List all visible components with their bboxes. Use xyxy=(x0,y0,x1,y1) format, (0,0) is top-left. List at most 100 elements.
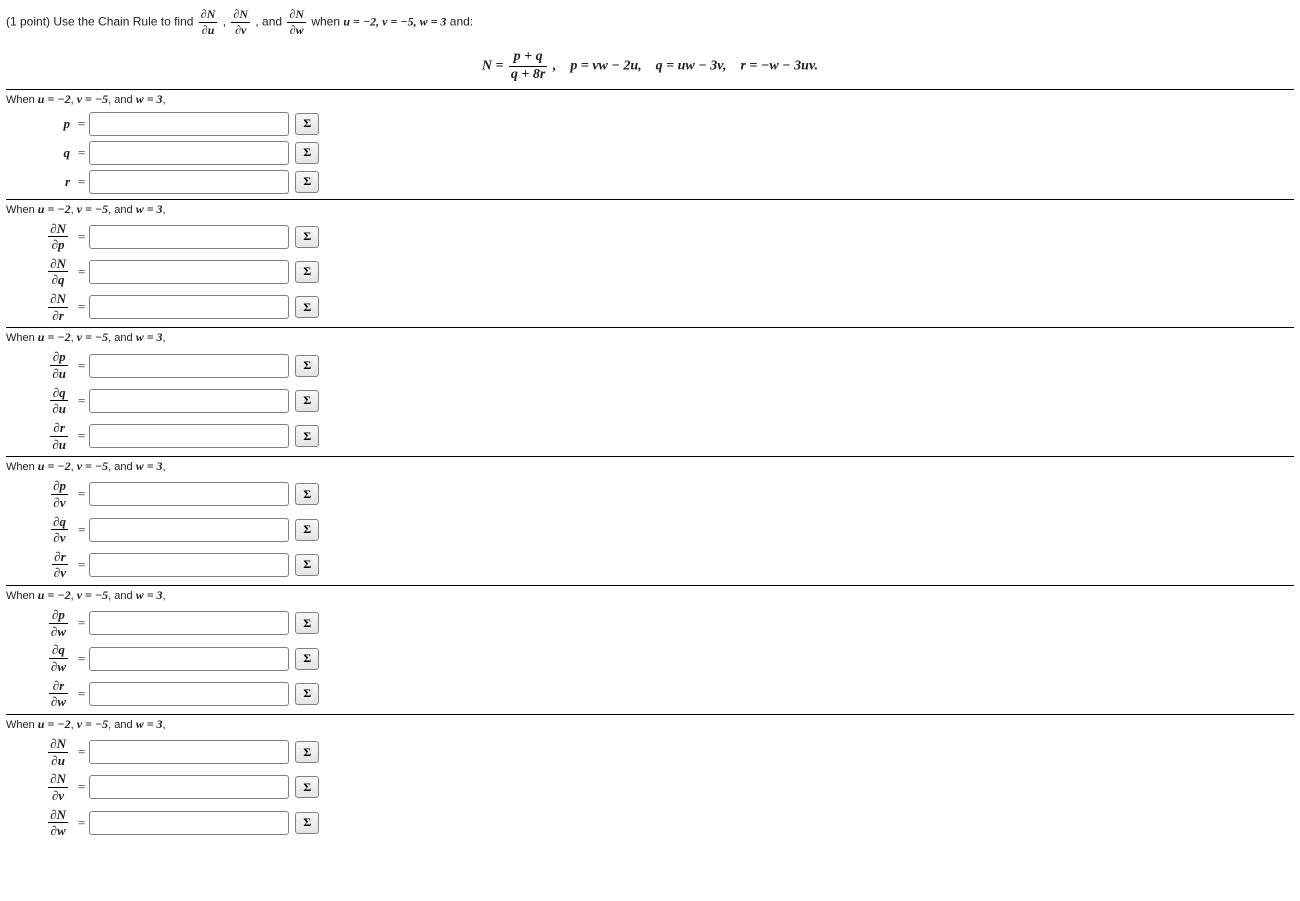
frac-dndw: ∂N ∂w xyxy=(285,8,308,36)
answer-input[interactable] xyxy=(89,389,289,413)
equation-editor-button[interactable]: Σ xyxy=(295,390,319,412)
equals-sign: = xyxy=(74,116,89,132)
equals-sign: = xyxy=(74,651,89,667)
equation-editor-button[interactable]: Σ xyxy=(295,226,319,248)
equation-editor-button[interactable]: Σ xyxy=(295,776,319,798)
equals-sign: = xyxy=(74,428,89,444)
equation-editor-button[interactable]: Σ xyxy=(295,483,319,505)
divider xyxy=(6,585,1294,586)
answer-row: ∂N∂q=Σ xyxy=(34,257,1294,287)
answer-row: ∂N∂r=Σ xyxy=(34,292,1294,322)
eq-tail: , p = vw − 2u, q = uw − 3v, r = −w − 3uv… xyxy=(553,59,818,74)
answer-row: ∂q∂w= Σ xyxy=(34,643,1294,673)
equation-editor-button[interactable]: Σ xyxy=(295,741,319,763)
row-label: ∂p∂u xyxy=(34,350,74,380)
equation-editor-button[interactable]: Σ xyxy=(295,812,319,834)
N-eq-label: N = xyxy=(482,59,507,74)
answer-row: ∂r∂v= Σ xyxy=(34,550,1294,580)
conditions: u = −2, v = −5, w = 3 xyxy=(343,14,446,28)
equals-sign: = xyxy=(74,615,89,631)
equation-editor-button[interactable]: Σ xyxy=(295,355,319,377)
answer-input[interactable] xyxy=(89,141,289,165)
answer-input[interactable] xyxy=(89,225,289,249)
equation-editor-button[interactable]: Σ xyxy=(295,519,319,541)
answer-input[interactable] xyxy=(89,112,289,136)
equation-editor-button[interactable]: Σ xyxy=(295,612,319,634)
answer-input[interactable] xyxy=(89,295,289,319)
answer-row: ∂p∂v= Σ xyxy=(34,479,1294,509)
equation-editor-button[interactable]: Σ xyxy=(295,554,319,576)
answer-input[interactable] xyxy=(89,811,289,835)
answer-row: ∂N∂u=Σ xyxy=(34,737,1294,767)
section-header: When u = −2, v = −5, and w = 3, xyxy=(6,202,1294,217)
equals-sign: = xyxy=(74,393,89,409)
divider xyxy=(6,89,1294,90)
definition-equation: N = p + q q + 8r , p = vw − 2u, q = uw −… xyxy=(6,50,1294,82)
section-header: When u = −2, v = −5, and w = 3, xyxy=(6,588,1294,603)
divider xyxy=(6,327,1294,328)
answer-input[interactable] xyxy=(89,518,289,542)
answer-input[interactable] xyxy=(89,740,289,764)
answer-row: ∂N∂p=Σ xyxy=(34,222,1294,252)
answer-input[interactable] xyxy=(89,775,289,799)
comma1: , xyxy=(223,14,230,28)
answer-row: p= Σ xyxy=(34,112,1294,136)
section-header: When u = −2, v = −5, and w = 3, xyxy=(6,92,1294,107)
equals-sign: = xyxy=(74,686,89,702)
row-label: ∂p∂w xyxy=(34,608,74,638)
row-label: p xyxy=(34,116,74,132)
equals-sign: = xyxy=(74,174,89,190)
equals-sign: = xyxy=(74,744,89,760)
answer-input[interactable] xyxy=(89,424,289,448)
equation-editor-button[interactable]: Σ xyxy=(295,142,319,164)
equation-editor-button[interactable]: Σ xyxy=(295,261,319,283)
answer-input[interactable] xyxy=(89,682,289,706)
dndw-num: ∂N xyxy=(287,8,306,23)
prompt-prefix: (1 point) Use the Chain Rule to find xyxy=(6,14,197,28)
equation-editor-button[interactable]: Σ xyxy=(295,683,319,705)
section-header: When u = −2, v = −5, and w = 3, xyxy=(6,717,1294,732)
when-text: when xyxy=(311,14,343,28)
equation-editor-button[interactable]: Σ xyxy=(295,113,319,135)
answer-input[interactable] xyxy=(89,482,289,506)
equals-sign: = xyxy=(74,486,89,502)
section-header: When u = −2, v = −5, and w = 3, xyxy=(6,459,1294,474)
row-label: ∂r∂v xyxy=(34,550,74,580)
row-label: ∂N∂w xyxy=(34,808,74,838)
answer-row: ∂q∂v=Σ xyxy=(34,515,1294,545)
frac-dndv: ∂N ∂v xyxy=(229,8,252,36)
equation-editor-button[interactable]: Σ xyxy=(295,425,319,447)
frac-dndu: ∂N ∂u xyxy=(197,8,220,36)
and-tail: and: xyxy=(450,14,473,28)
dndu-den: ∂u xyxy=(199,23,218,37)
row-label: ∂q∂v xyxy=(34,515,74,545)
answer-row: q=Σ xyxy=(34,141,1294,165)
dndv-den: ∂v xyxy=(231,23,250,37)
row-label: ∂q∂w xyxy=(34,643,74,673)
answer-row: ∂q∂u=Σ xyxy=(34,386,1294,416)
answer-input[interactable] xyxy=(89,611,289,635)
equation-editor-button[interactable]: Σ xyxy=(295,296,319,318)
answer-row: ∂N∂w=Σ xyxy=(34,808,1294,838)
divider xyxy=(6,714,1294,715)
N-frac-den: q + 8r xyxy=(509,67,547,83)
answer-input[interactable] xyxy=(89,553,289,577)
answer-input[interactable] xyxy=(89,647,289,671)
dndw-den: ∂w xyxy=(287,23,306,37)
answer-input[interactable] xyxy=(89,170,289,194)
row-label: ∂N∂v xyxy=(34,772,74,802)
answer-row: ∂r∂u=Σ xyxy=(34,421,1294,451)
and-text: , and xyxy=(255,14,285,28)
answer-input[interactable] xyxy=(89,354,289,378)
problem-statement: (1 point) Use the Chain Rule to find ∂N … xyxy=(6,8,1294,36)
equals-sign: = xyxy=(74,557,89,573)
answer-row: ∂p∂w= Σ xyxy=(34,608,1294,638)
section-header: When u = −2, v = −5, and w = 3, xyxy=(6,330,1294,345)
equation-editor-button[interactable]: Σ xyxy=(295,648,319,670)
answer-row: r=Σ xyxy=(34,170,1294,194)
answer-input[interactable] xyxy=(89,260,289,284)
row-label: ∂p∂v xyxy=(34,479,74,509)
equation-editor-button[interactable]: Σ xyxy=(295,171,319,193)
answer-row: ∂p∂u=Σ xyxy=(34,350,1294,380)
divider xyxy=(6,199,1294,200)
